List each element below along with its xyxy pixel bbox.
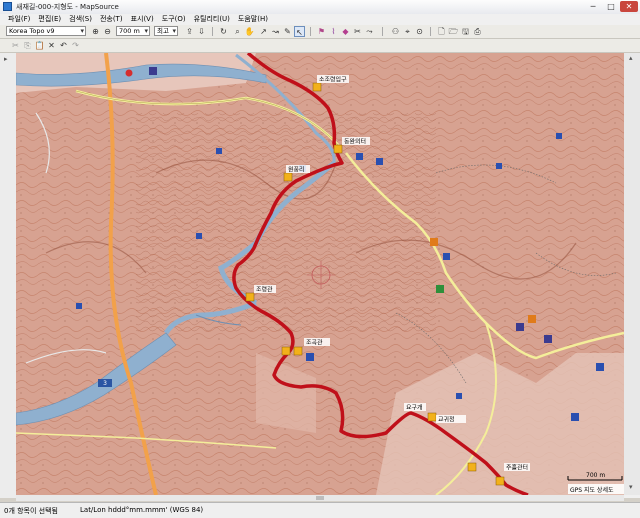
close-button[interactable]: ✕: [620, 1, 638, 12]
scroll-down-icon[interactable]: ▾: [629, 483, 633, 491]
map-pane: ▸ 3 소조령입구 동완의터 원풍리 조령관 조곡관 교귀정 주흘관터 요구개 …: [0, 53, 640, 501]
route-icon[interactable]: ↝: [270, 26, 281, 37]
gps-icon[interactable]: ⌖: [402, 26, 413, 37]
svg-text:조곡관: 조곡관: [306, 339, 323, 347]
menu-transfer[interactable]: 전송(T): [96, 14, 127, 25]
svg-text:요구개: 요구개: [406, 404, 423, 412]
recenter-icon[interactable]: ⊙: [414, 26, 425, 37]
contour-layer-dense: [136, 113, 436, 333]
select-icon[interactable]: ↖: [294, 26, 305, 37]
pencil-icon[interactable]: ✎: [282, 26, 293, 37]
split-track-icon[interactable]: ✂: [352, 26, 363, 37]
svg-text:조령관: 조령관: [256, 286, 273, 294]
scale-label: 700 m: [586, 472, 605, 479]
title-bar: 새재길-000-지형도 - MapSource ─ □ ✕: [0, 0, 640, 15]
maximize-button[interactable]: □: [602, 1, 620, 12]
gutter-arrow-icon: ▸: [4, 55, 8, 63]
waypoint-icon[interactable]: ⚑: [316, 26, 327, 37]
find-icon[interactable]: ⌕: [232, 26, 243, 37]
join-track-icon[interactable]: ⤳: [364, 26, 375, 37]
binoculars-icon[interactable]: ⚇: [390, 26, 401, 37]
window-title: 새재길-000-지형도 - MapSource: [16, 3, 119, 11]
menu-bar: 파일(F) 편집(E) 검색(S) 전송(T) 표시(V) 도구(O) 유틸리티…: [0, 14, 640, 25]
zoom-in-icon[interactable]: ⊕: [90, 26, 101, 37]
minimize-button[interactable]: ─: [584, 1, 602, 12]
horizontal-scrollbar[interactable]: [16, 495, 624, 501]
status-bar: 0개 항목이 선택됨 Lat/Lon hddd°mm.mmm' (WGS 84): [0, 502, 640, 518]
app-icon: [3, 2, 12, 11]
svg-text:소조령입구: 소조령입구: [319, 76, 347, 84]
map-canvas[interactable]: 3 소조령입구 동완의터 원풍리 조령관 조곡관 교귀정 주흘관터 요구개 70…: [16, 53, 624, 495]
scroll-thumb[interactable]: [316, 496, 324, 500]
track-icon[interactable]: ⌇: [328, 26, 339, 37]
menu-edit[interactable]: 편집(E): [34, 14, 65, 25]
open-icon[interactable]: 🗁: [448, 26, 459, 37]
redo-icon[interactable]: ↷: [70, 40, 81, 51]
paste-icon[interactable]: 📋: [34, 40, 45, 51]
menu-help[interactable]: 도움말(H): [234, 14, 272, 25]
svg-text:교귀정: 교귀정: [438, 416, 455, 424]
detail-select[interactable]: 최고: [154, 26, 178, 36]
cut-icon[interactable]: ✂: [10, 40, 21, 51]
zoom-level-select[interactable]: 700 m: [116, 26, 150, 36]
scroll-up-icon[interactable]: ▴: [629, 54, 633, 62]
window-controls: ─ □ ✕: [584, 1, 638, 13]
menu-file[interactable]: 파일(F): [4, 14, 34, 25]
left-gutter: ▸: [0, 53, 16, 498]
print-icon[interactable]: ⎙: [472, 26, 483, 37]
send-to-device-icon[interactable]: ⇪: [184, 26, 195, 37]
main-toolbar: Korea Topo v9 ⊕ ⊖ 700 m 최고 ⇪ ⇩ ↻ ⌕ ✋ ↗ ↝…: [0, 25, 640, 39]
coordinate-format: Lat/Lon hddd°mm.mmm' (WGS 84): [80, 506, 204, 514]
map-attribution: GPS 지도 상세도: [570, 486, 614, 494]
svg-text:동완의터: 동완의터: [344, 138, 366, 146]
hand-icon[interactable]: ✋: [244, 26, 255, 37]
new-icon[interactable]: 🗋: [436, 26, 447, 37]
menu-utilities[interactable]: 유틸리티(U): [190, 14, 234, 25]
menu-view[interactable]: 표시(V): [127, 14, 158, 25]
copy-icon[interactable]: ⎘: [22, 40, 33, 51]
edit-toolbar: ✂ ⎘ 📋 ✕ ↶ ↷: [0, 39, 640, 53]
menu-tools[interactable]: 도구(O): [158, 14, 190, 25]
map-product-select[interactable]: Korea Topo v9: [6, 26, 86, 36]
undo-icon[interactable]: ↶: [58, 40, 69, 51]
svg-text:주흘관터: 주흘관터: [506, 464, 528, 472]
measure-icon[interactable]: ↗: [258, 26, 269, 37]
svg-text:원풍리: 원풍리: [288, 166, 305, 174]
refresh-icon[interactable]: ↻: [218, 26, 229, 37]
zoom-out-icon[interactable]: ⊖: [102, 26, 113, 37]
save-icon[interactable]: 🖫: [460, 26, 471, 37]
vertical-scrollbar[interactable]: ▴ ▾: [624, 53, 640, 495]
receive-from-device-icon[interactable]: ⇩: [196, 26, 207, 37]
eraser-icon[interactable]: ◆: [340, 26, 351, 37]
menu-search[interactable]: 검색(S): [65, 14, 96, 25]
delete-icon[interactable]: ✕: [46, 40, 57, 51]
road-shield-label: 3: [103, 380, 107, 387]
selection-status: 0개 항목이 선택됨: [4, 507, 58, 515]
